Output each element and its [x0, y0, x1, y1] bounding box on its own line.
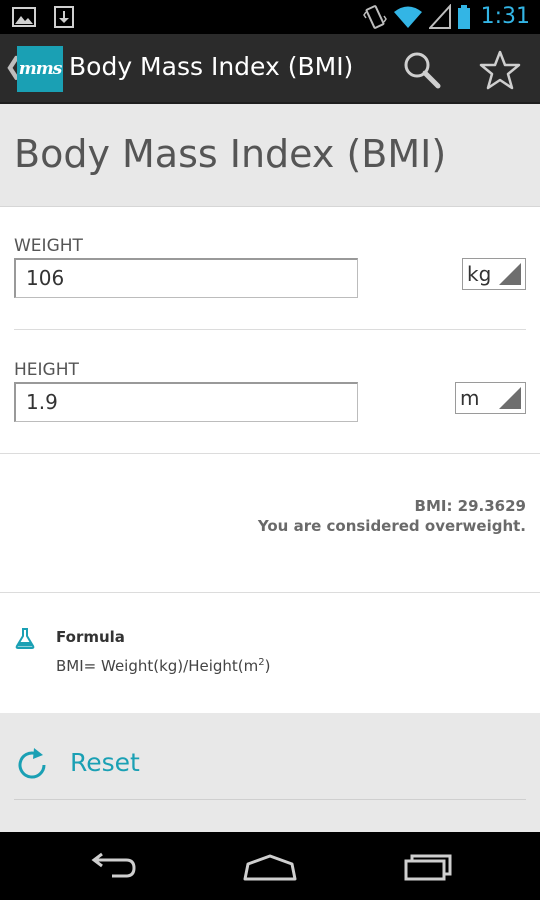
divider	[0, 592, 540, 593]
reset-button[interactable]: Reset	[0, 730, 540, 796]
download-icon	[54, 6, 74, 28]
signal-icon	[428, 4, 451, 29]
weight-unit-select[interactable]: kg	[462, 258, 526, 290]
formula-text: BMI= Weight(kg)/Height(m2)	[56, 657, 271, 675]
bmi-result: BMI: 29.3629	[414, 497, 526, 515]
app-logo[interactable]: mms	[17, 46, 63, 92]
divider	[14, 799, 526, 800]
page-header: Body Mass Index (BMI)	[0, 104, 540, 207]
home-icon[interactable]	[240, 846, 300, 886]
dropdown-triangle-icon	[499, 263, 521, 285]
flask-icon	[15, 628, 35, 649]
height-label: HEIGHT	[14, 360, 79, 380]
formula-expression: BMI= Weight(kg)/Height(m	[56, 657, 259, 675]
height-input[interactable]: 1.9	[14, 382, 358, 422]
weight-unit-value: kg	[467, 262, 492, 286]
status-bar: 1:31	[0, 0, 540, 34]
height-unit-value: m	[460, 386, 480, 410]
formula-close: )	[264, 657, 271, 675]
refresh-icon	[18, 748, 46, 779]
clock: 1:31	[480, 4, 530, 29]
star-icon[interactable]	[478, 48, 522, 92]
reset-label: Reset	[70, 748, 140, 777]
battery-icon	[457, 5, 470, 29]
divider	[14, 329, 526, 330]
recents-icon[interactable]	[398, 846, 458, 886]
divider	[0, 453, 540, 454]
gallery-icon	[12, 7, 36, 27]
action-bar: ❮ mms Body Mass Index (BMI)	[0, 34, 540, 104]
vibrate-icon	[362, 5, 387, 29]
search-icon[interactable]	[400, 48, 444, 92]
navigation-bar	[0, 832, 540, 900]
dropdown-triangle-icon	[499, 387, 521, 409]
page-title: Body Mass Index (BMI)	[14, 132, 447, 176]
weight-label: WEIGHT	[14, 236, 83, 256]
height-unit-select[interactable]: m	[455, 382, 526, 414]
bmi-message: You are considered overweight.	[257, 517, 526, 535]
weight-input[interactable]: 106	[14, 258, 358, 298]
wifi-icon	[393, 6, 422, 28]
back-icon[interactable]	[82, 846, 142, 886]
action-bar-title: Body Mass Index (BMI)	[69, 52, 354, 81]
formula-title: Formula	[56, 628, 125, 646]
